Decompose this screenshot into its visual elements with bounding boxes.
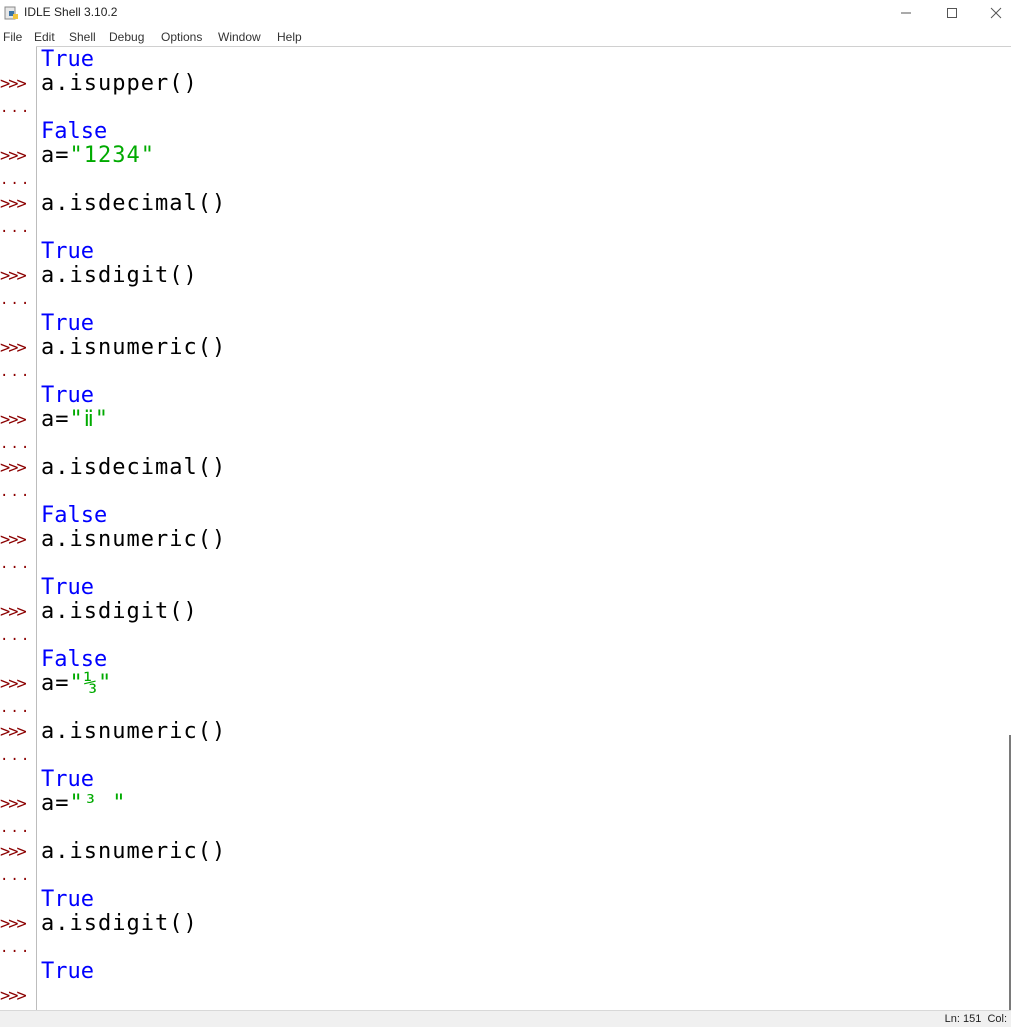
primary-prompt: >>>: [0, 410, 27, 430]
code-text: a=: [41, 143, 70, 168]
minimize-icon: [901, 12, 911, 14]
status-bar: Ln: 151 Col:: [0, 1010, 1011, 1027]
input-line: a.isdigit(): [41, 263, 198, 288]
string-literal: "ⅱ": [69, 407, 110, 432]
code-text: a=: [41, 407, 70, 432]
continuation-prompt: ...: [0, 172, 32, 188]
continuation-prompt: ...: [0, 700, 32, 716]
primary-prompt: >>>: [0, 794, 27, 814]
input-line: a="⅓": [41, 672, 112, 696]
maximize-icon: [947, 8, 957, 18]
shell-text-area[interactable]: True a.isupper() False a="1234" a.isdeci…: [37, 47, 1009, 1010]
input-line: a="1234": [41, 144, 155, 168]
primary-prompt: >>>: [0, 194, 27, 214]
continuation-prompt: ...: [0, 820, 32, 836]
continuation-prompt: ...: [0, 220, 32, 236]
output-line: True: [41, 959, 94, 984]
continuation-prompt: ...: [0, 436, 32, 452]
prompt-sidebar: >>> ... >>> ... >>> ... >>> ... >>> ... …: [0, 47, 37, 1010]
output-line: True: [41, 383, 94, 408]
input-line: a.isdigit(): [41, 911, 198, 936]
continuation-prompt: ...: [0, 556, 32, 572]
close-icon: [990, 7, 1002, 19]
code-text: a=: [41, 791, 70, 816]
output-line: True: [41, 887, 94, 912]
input-line: a.isnumeric(): [41, 527, 227, 552]
window-title: IDLE Shell 3.10.2: [24, 5, 118, 19]
output-line: False: [41, 119, 108, 144]
output-line: False: [41, 647, 108, 672]
continuation-prompt: ...: [0, 364, 32, 380]
primary-prompt: >>>: [0, 146, 27, 166]
python-idle-icon: [4, 6, 18, 20]
string-literal: "⅓": [69, 671, 113, 696]
primary-prompt: >>>: [0, 674, 27, 694]
continuation-prompt: ...: [0, 940, 32, 956]
string-literal: "1234": [69, 143, 155, 168]
menu-edit[interactable]: Edit: [34, 30, 55, 44]
maximize-button[interactable]: [929, 0, 975, 26]
continuation-prompt: ...: [0, 100, 32, 116]
menu-file[interactable]: File: [3, 30, 22, 44]
code-text: a=: [41, 671, 70, 696]
input-line: a.isdecimal(): [41, 455, 227, 480]
input-line: a="ⅱ": [41, 408, 109, 432]
primary-prompt: >>>: [0, 266, 27, 286]
menu-help[interactable]: Help: [277, 30, 302, 44]
menu-options[interactable]: Options: [161, 30, 202, 44]
menu-bar: File Edit Shell Debug Options Window Hel…: [0, 28, 1011, 46]
primary-prompt: >>>: [0, 986, 27, 1006]
continuation-prompt: ...: [0, 748, 32, 764]
output-line: True: [41, 47, 94, 72]
menu-debug[interactable]: Debug: [109, 30, 144, 44]
input-line: a.isupper(): [41, 71, 198, 96]
string-literal: "³ ": [69, 791, 127, 816]
continuation-prompt: ...: [0, 292, 32, 308]
primary-prompt: >>>: [0, 842, 27, 862]
continuation-prompt: ...: [0, 628, 32, 644]
input-line: a="³ ": [41, 792, 126, 816]
input-line: a.isnumeric(): [41, 839, 227, 864]
input-line: a.isdigit(): [41, 599, 198, 624]
input-line: a.isnumeric(): [41, 719, 227, 744]
continuation-prompt: ...: [0, 484, 32, 500]
primary-prompt: >>>: [0, 722, 27, 742]
menu-window[interactable]: Window: [218, 30, 261, 44]
continuation-prompt: ...: [0, 868, 32, 884]
close-button[interactable]: [973, 0, 1011, 26]
input-line: a.isnumeric(): [41, 335, 227, 360]
cursor-position: Ln: 151 Col:: [944, 1013, 1007, 1025]
output-line: True: [41, 311, 94, 336]
primary-prompt: >>>: [0, 530, 27, 550]
output-line: True: [41, 767, 94, 792]
menu-shell[interactable]: Shell: [69, 30, 96, 44]
primary-prompt: >>>: [0, 602, 27, 622]
output-line: True: [41, 239, 94, 264]
output-line: True: [41, 575, 94, 600]
primary-prompt: >>>: [0, 338, 27, 358]
input-line: a.isdecimal(): [41, 191, 227, 216]
primary-prompt: >>>: [0, 458, 27, 478]
primary-prompt: >>>: [0, 74, 27, 94]
title-bar: IDLE Shell 3.10.2: [0, 0, 1011, 26]
minimize-button[interactable]: [883, 0, 929, 26]
primary-prompt: >>>: [0, 914, 27, 934]
output-line: False: [41, 503, 108, 528]
